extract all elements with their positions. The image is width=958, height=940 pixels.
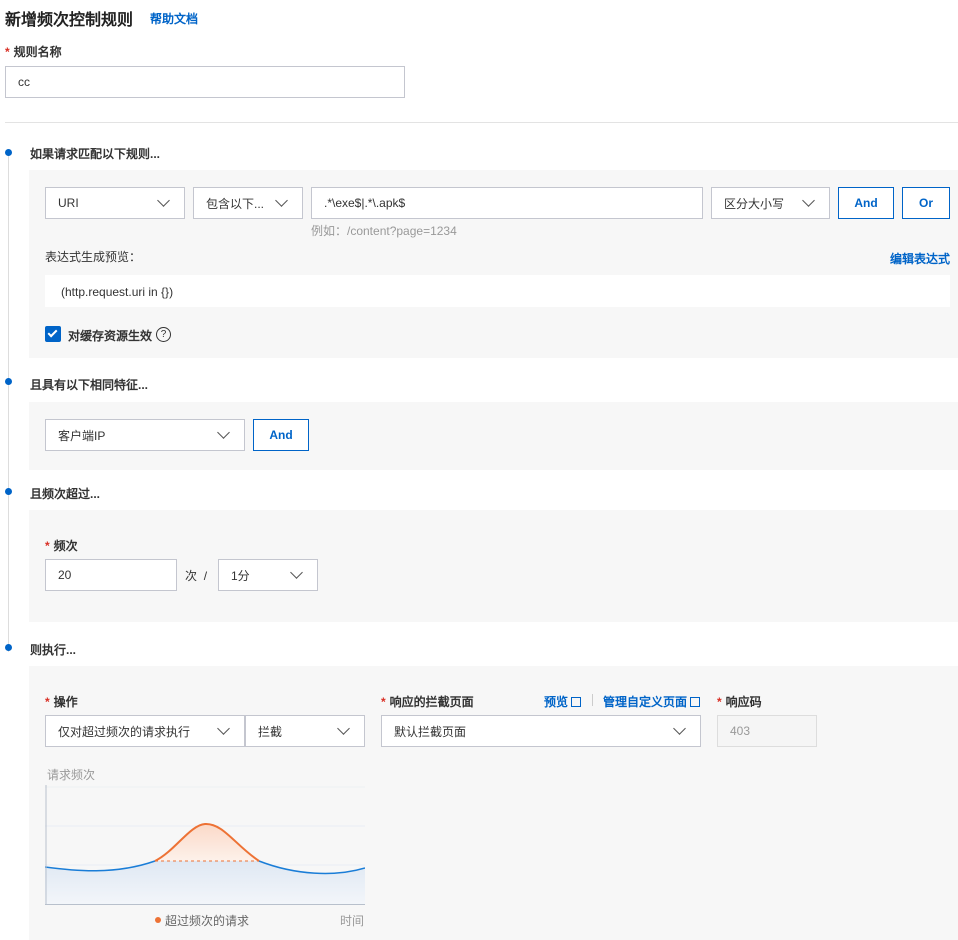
select-value: 包含以下... <box>206 196 265 211</box>
rule-name-input[interactable]: cc <box>5 66 405 98</box>
select-value: 仅对超过频次的请求执行 <box>58 724 191 739</box>
match-operator-select[interactable]: 包含以下... <box>193 187 303 219</box>
section-frequency-title: 且频次超过... <box>30 487 101 501</box>
select-value: 1分 <box>231 568 250 583</box>
chevron-down-icon <box>673 722 686 735</box>
divider <box>5 122 958 123</box>
preview-label: 表达式生成预览： <box>45 250 142 264</box>
select-value: 客户端IP <box>58 428 106 443</box>
external-link-icon <box>571 697 582 707</box>
manage-custom-page-link[interactable]: 管理自定义页面 <box>603 693 701 710</box>
match-field-select[interactable]: URI <box>45 187 185 219</box>
select-value: 区分大小写 <box>724 196 785 211</box>
rule-name-label: * 规则名称 <box>5 45 62 59</box>
link-divider <box>592 694 593 706</box>
or-button[interactable]: Or <box>902 187 950 219</box>
case-select[interactable]: 区分大小写 <box>711 187 830 219</box>
action-scope-select[interactable]: 仅对超过频次的请求执行 <box>45 715 245 747</box>
chevron-down-icon <box>217 722 230 735</box>
chevron-down-icon <box>157 194 170 207</box>
edit-expression-link[interactable]: 编辑表达式 <box>890 250 950 267</box>
response-code-input: 403 <box>717 715 817 747</box>
select-value: URI <box>58 196 79 210</box>
and-button[interactable]: And <box>838 187 894 219</box>
timeline-line <box>8 152 9 652</box>
chevron-down-icon <box>802 194 815 207</box>
action-select[interactable]: 拦截 <box>245 715 365 747</box>
action-label: * 操作 <box>45 695 78 709</box>
match-value-input[interactable]: .*\exe$|.*\.apk$ <box>311 187 703 219</box>
cache-label: 对缓存资源生效 <box>68 329 153 343</box>
timeline-dot <box>5 149 12 156</box>
preview-link[interactable]: 预览 <box>544 693 582 710</box>
check-icon <box>47 327 58 338</box>
help-icon[interactable]: ? <box>156 327 171 342</box>
exceed-area <box>155 823 259 861</box>
timeline-dot <box>5 488 12 495</box>
block-page-select[interactable]: 默认拦截页面 <box>381 715 701 747</box>
section-match-title: 如果请求匹配以下规则... <box>30 147 161 161</box>
frequency-illustration-chart <box>45 785 365 905</box>
select-value: 拦截 <box>258 724 283 739</box>
section-feature-title: 且具有以下相同特征... <box>30 378 149 392</box>
legend-dot-icon <box>155 917 161 923</box>
feature-and-button[interactable]: And <box>253 419 309 451</box>
response-code-label: * 响应码 <box>717 695 762 709</box>
external-link-icon <box>690 697 701 707</box>
frequency-unit: 次 / <box>185 569 208 583</box>
cache-checkbox[interactable] <box>45 326 61 342</box>
period-select[interactable]: 1分 <box>218 559 318 591</box>
normal-area <box>45 861 365 905</box>
chevron-down-icon <box>217 426 230 439</box>
chart-ylabel: 请求频次 <box>47 768 96 782</box>
chart-xlabel: 时间 <box>340 914 365 928</box>
feature-select[interactable]: 客户端IP <box>45 419 245 451</box>
chevron-down-icon <box>275 194 288 207</box>
section-action-title: 则执行... <box>30 643 77 657</box>
chevron-down-icon <box>290 566 303 579</box>
page-title: 新增频次控制规则 <box>5 12 134 29</box>
select-value: 默认拦截页面 <box>394 724 467 739</box>
frequency-label: * 频次 <box>45 539 78 553</box>
block-page-label: * 响应的拦截页面 <box>381 695 474 709</box>
chevron-down-icon <box>337 722 350 735</box>
chart-legend: 超过频次的请求 <box>155 912 249 929</box>
match-hint: 例如：/content?page=1234 <box>311 224 457 238</box>
help-doc-link[interactable]: 帮助文档 <box>150 10 198 27</box>
expression-preview: (http.request.uri in {}) <box>45 275 950 307</box>
timeline-dot <box>5 644 12 651</box>
timeline-dot <box>5 378 12 385</box>
frequency-input[interactable]: 20 <box>45 559 177 591</box>
